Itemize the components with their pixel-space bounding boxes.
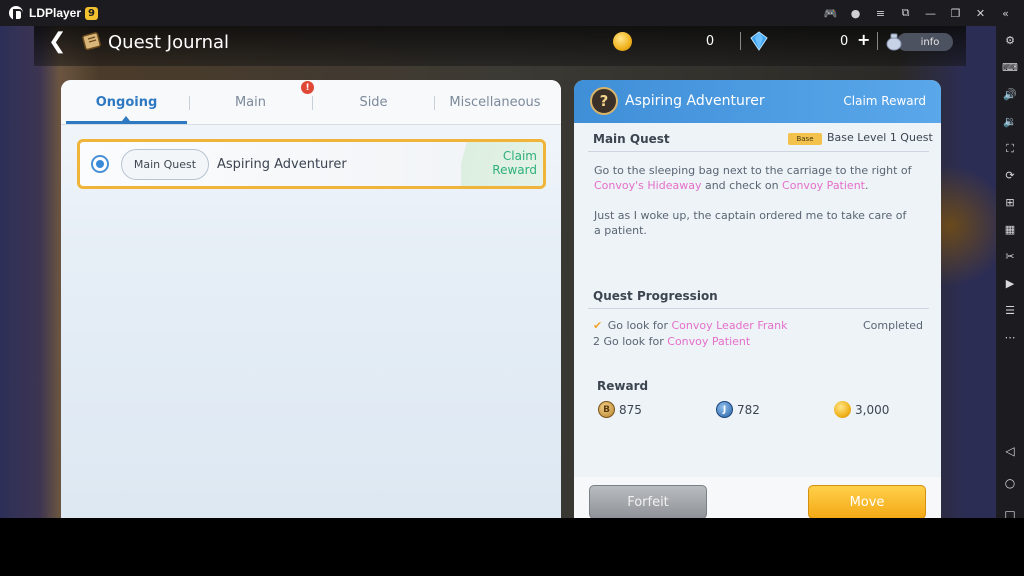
desc-text: and check on (701, 179, 783, 192)
forfeit-button[interactable]: Forfeit (589, 485, 707, 518)
add-gems-icon[interactable]: + (857, 32, 870, 48)
step-number: 2 (593, 335, 600, 348)
detail-header: ? Aspiring Adventurer Claim Reward (574, 80, 941, 123)
reward-item: B 875 (598, 401, 642, 418)
desc-text: Go to the sleeping bag next to the carri… (594, 164, 912, 177)
screen-icon[interactable]: ⧉ (893, 6, 918, 20)
account-icon[interactable]: ● (843, 7, 868, 20)
claim-reward-status[interactable]: Claim Reward (461, 142, 543, 186)
step-target: Convoy Patient (667, 335, 751, 348)
coin-count: 0 (705, 34, 715, 49)
letterbox-bar (0, 518, 1024, 576)
tab-main[interactable]: Main (189, 80, 312, 125)
step-prefix: Go look for (607, 319, 672, 332)
active-tab-indicator (66, 116, 187, 124)
check-icon: ✔ (593, 319, 603, 332)
ldplayer-logo-icon (9, 6, 23, 21)
fps-icon[interactable]: ▦ (996, 216, 1024, 243)
collapse-sidebar-icon[interactable]: « (993, 7, 1018, 20)
detail-title: Aspiring Adventurer (625, 93, 765, 109)
claim-reward-link[interactable]: Claim Reward (843, 94, 926, 108)
blue-j-token-icon: J (716, 401, 733, 418)
scissors-icon[interactable]: ✂ (996, 243, 1024, 270)
volume-down-icon[interactable]: 🔉 (996, 108, 1024, 135)
info-label: info (920, 36, 940, 48)
progression-heading: Quest Progression (593, 289, 718, 303)
emulator-titlebar: LDPlayer 9 🎮 ● ≡ ⧉ — ❐ ✕ « (0, 0, 1024, 26)
tab-miscellaneous[interactable]: Miscellaneous (434, 80, 556, 125)
main-quest-heading: Main Quest (593, 132, 670, 146)
gem-count: 0 (840, 34, 849, 49)
move-button[interactable]: Move (808, 485, 926, 518)
header-divider (740, 32, 741, 50)
quest-list-panel: Ongoing Main ! Side Miscellaneous Main Q… (61, 80, 561, 518)
back-nav-icon[interactable]: ◁ (996, 444, 1024, 458)
claim-line-1: Claim (502, 149, 537, 163)
info-button[interactable]: info (897, 33, 953, 51)
tab-side[interactable]: Side (312, 80, 435, 125)
base-badge: Base (788, 133, 822, 145)
back-arrow-icon[interactable]: ❮ (48, 31, 70, 53)
money-bag-icon (886, 33, 902, 51)
page-title: Quest Journal (108, 32, 230, 53)
quest-question-icon: ? (590, 87, 618, 115)
minimize-icon[interactable]: — (918, 7, 943, 20)
reward-value: 782 (737, 402, 760, 417)
settings-icon[interactable]: ⚙ (996, 27, 1024, 54)
desc-text: . (864, 179, 869, 192)
app-name: LDPlayer (29, 6, 82, 20)
quest-name: Aspiring Adventurer (217, 157, 347, 172)
section-divider (588, 308, 929, 309)
quest-story-text: Just as I woke up, the captain ordered m… (594, 209, 907, 237)
base-level-label: Base Level 1 Quest (827, 131, 933, 144)
keyboard-icon[interactable]: ⌨ (996, 54, 1024, 81)
home-nav-icon[interactable]: ○ (996, 476, 1024, 490)
gold-coin-icon (613, 32, 632, 51)
step-prefix: Go look for (603, 335, 668, 348)
version-badge: 9 (85, 6, 99, 20)
detail-footer: Forfeit Move (574, 477, 941, 518)
progression-step: 2 Go look for Convoy Patient (593, 335, 923, 348)
location-link: Convoy's Hideaway (594, 179, 702, 192)
npc-link: Convoy Patient (782, 179, 865, 192)
progression-step: ✔ Go look for Convoy Leader Frank Comple… (593, 319, 923, 332)
gamepad-icon[interactable]: 🎮 (818, 7, 843, 20)
sync-icon[interactable]: ☰ (996, 297, 1024, 324)
reward-value: 3,000 (855, 402, 890, 417)
quest-list-item[interactable]: Main Quest Aspiring Adventurer Claim Rew… (77, 139, 546, 189)
header-divider (877, 32, 878, 50)
detail-body: Main Quest Base Base Level 1 Quest Go to… (574, 123, 941, 518)
quest-description: Go to the sleeping bag next to the carri… (594, 163, 914, 193)
emulator-sidebar: ⚙ ⌨ 🔊 🔉 ⛶ ⟳ ⊞ ▦ ✂ ▶ ☰ ⋯ ◁ ○ □ (996, 26, 1024, 522)
menu-icon[interactable]: ≡ (868, 7, 893, 20)
quest-type-pill: Main Quest (121, 149, 209, 180)
close-icon[interactable]: ✕ (968, 7, 993, 20)
more-icon[interactable]: ⋯ (996, 324, 1024, 351)
reward-heading: Reward (597, 379, 649, 393)
reward-item: 3,000 (834, 401, 889, 418)
reward-item: J 782 (716, 401, 760, 418)
restore-icon[interactable]: ❐ (943, 7, 968, 20)
step-status: Completed (863, 319, 923, 332)
bronze-b-coin-icon: B (598, 401, 615, 418)
rotate-icon[interactable]: ⟳ (996, 162, 1024, 189)
quest-tabs: Ongoing Main ! Side Miscellaneous (61, 80, 561, 125)
gold-coin-icon (834, 401, 851, 418)
window-controls: 🎮 ● ≡ ⧉ — ❐ ✕ « (818, 0, 1018, 26)
scroll-journal-icon (82, 32, 101, 51)
section-divider (588, 151, 929, 152)
step-target: Convoy Leader Frank (671, 319, 788, 332)
reward-value: 875 (619, 402, 642, 417)
quest-detail-panel: ? Aspiring Adventurer Claim Reward Main … (574, 80, 941, 518)
install-apk-icon[interactable]: ⊞ (996, 189, 1024, 216)
record-icon[interactable]: ▶ (996, 270, 1024, 297)
blue-gem-icon (750, 31, 768, 51)
fullscreen-icon[interactable]: ⛶ (996, 135, 1024, 162)
quest-select-radio[interactable] (91, 155, 109, 173)
claim-line-2: Reward (492, 163, 537, 177)
volume-up-icon[interactable]: 🔊 (996, 81, 1024, 108)
